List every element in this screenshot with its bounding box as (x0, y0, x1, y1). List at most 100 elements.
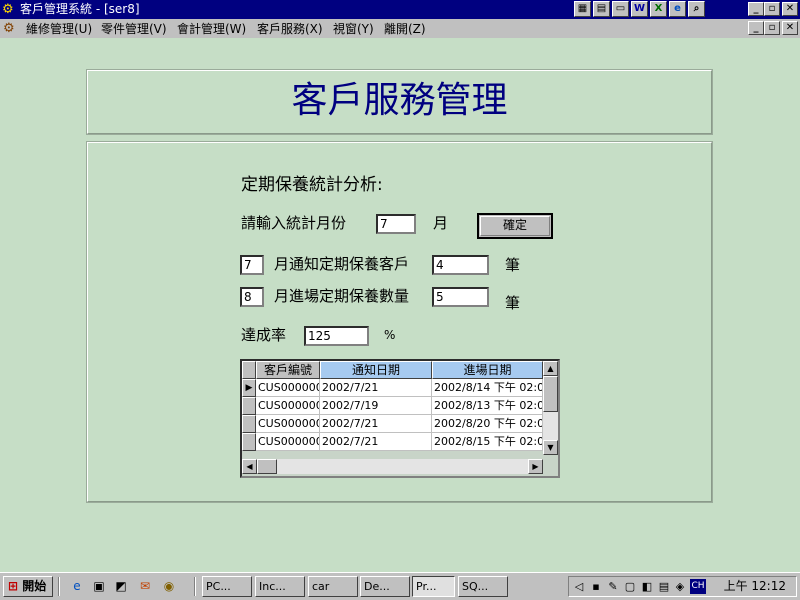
column-header-notify-date[interactable]: 通知日期 (320, 361, 432, 379)
desktop-icon[interactable]: ▣ (90, 578, 108, 595)
row-selector[interactable] (242, 415, 256, 433)
month-input[interactable] (376, 214, 416, 234)
word-icon[interactable]: W (631, 1, 648, 17)
window-title: 客戶管理系統 - [ser8] (20, 2, 140, 16)
taskbar-separator (58, 577, 60, 596)
outlook-icon[interactable]: ✉ (136, 578, 154, 595)
folder-icon[interactable]: ▭ (612, 1, 629, 17)
start-label: 開始 (22, 579, 47, 593)
menu-customer-service[interactable]: 客戶服務(X) (257, 22, 323, 36)
scroll-left-icon[interactable]: ◀ (242, 459, 257, 474)
menu-accounting[interactable]: 會計管理(W) (177, 22, 246, 36)
task-button-inc[interactable]: Inc... (255, 576, 305, 597)
maintenance-grid[interactable]: 客戶編號 通知日期 進場日期 ▶ CUS00000030 2002/7/21 2… (240, 359, 560, 478)
volume-icon[interactable]: ◁ (572, 579, 586, 594)
month-prompt-label: 請輸入統計月份 (241, 214, 347, 232)
windows-logo-icon: ⊞ (8, 579, 19, 593)
title-bar: ⚙ 客戶管理系統 - [ser8] ▦ ▤ ▭ W X e ⌕ _ ▫ ✕ (0, 0, 800, 19)
tractor-icon[interactable]: ⚙ (3, 21, 15, 36)
enter-count-field[interactable] (432, 287, 489, 307)
close-button[interactable]: ✕ (782, 2, 798, 16)
table-row[interactable]: CUS00000060 2002/7/21 2002/8/20 下午 02:00 (242, 415, 558, 433)
horizontal-scroll-thumb[interactable] (257, 459, 277, 474)
menu-window[interactable]: 視窗(Y) (333, 22, 374, 36)
media-icon[interactable]: ◉ (160, 578, 178, 595)
horizontal-scrollbar[interactable]: ◀ ▶ (242, 459, 543, 474)
start-button[interactable]: ⊞ 開始 (3, 576, 53, 597)
title-toolbar: ▦ ▤ ▭ W X e ⌕ (574, 1, 705, 18)
scroll-down-icon[interactable]: ▼ (543, 440, 558, 455)
enter-month-field[interactable] (240, 287, 264, 307)
cell-customer-id[interactable]: CUS00000060 (256, 433, 320, 451)
clock[interactable]: 上午 12:12 (724, 579, 786, 594)
notify-month-field[interactable] (240, 255, 264, 275)
row-selector[interactable] (242, 433, 256, 451)
find-icon[interactable]: ⌕ (688, 1, 705, 17)
channel-icon[interactable]: ◩ (112, 578, 130, 595)
mdi-close-button[interactable]: ✕ (782, 21, 798, 35)
cell-enter-date[interactable]: 2002/8/20 下午 02:00 (432, 415, 543, 433)
app1-icon[interactable]: ▦ (574, 1, 591, 17)
mdi-minimize-button[interactable]: _ (748, 21, 764, 35)
language-indicator[interactable]: CH (690, 579, 706, 594)
sync-icon[interactable]: ◈ (673, 579, 687, 594)
rate-label: 達成率 (241, 326, 287, 344)
notify-unit-label: 筆 (505, 256, 521, 274)
cell-enter-date[interactable]: 2002/8/13 下午 02:00 (432, 397, 543, 415)
header-panel: 客戶服務管理 (86, 69, 713, 135)
minimize-button[interactable]: _ (748, 2, 764, 16)
scroll-right-icon[interactable]: ▶ (528, 459, 543, 474)
table-row[interactable]: CUS00000040 2002/7/19 2002/8/13 下午 02:00 (242, 397, 558, 415)
month-unit-label: 月 (433, 214, 449, 232)
disk-icon[interactable]: ◧ (640, 579, 654, 594)
task-button-sq[interactable]: SQ... (458, 576, 508, 597)
ie-icon[interactable]: e (669, 1, 686, 17)
cell-enter-date[interactable]: 2002/8/14 下午 02:00 (432, 379, 543, 397)
column-header-customer-id[interactable]: 客戶編號 (256, 361, 320, 379)
menu-exit[interactable]: 離開(Z) (384, 22, 426, 36)
task-button-de[interactable]: De... (360, 576, 410, 597)
row-selector[interactable] (242, 397, 256, 415)
menu-maintenance[interactable]: 維修管理(U) (26, 22, 92, 36)
column-header-enter-date[interactable]: 進場日期 (432, 361, 543, 379)
cell-notify-date[interactable]: 2002/7/21 (320, 433, 432, 451)
scroll-up-icon[interactable]: ▲ (543, 361, 558, 376)
tractor-icon: ⚙ (2, 2, 14, 17)
menu-bar: ⚙ 維修管理(U) 零件管理(V) 會計管理(W) 客戶服務(X) 視窗(Y) … (0, 19, 800, 38)
rate-unit-label: % (384, 328, 396, 342)
excel-icon[interactable]: X (650, 1, 667, 17)
ie-icon[interactable]: e (68, 578, 86, 595)
task-button-pc[interactable]: PC... (202, 576, 252, 597)
cell-notify-date[interactable]: 2002/7/21 (320, 379, 432, 397)
menu-parts[interactable]: 零件管理(V) (101, 22, 167, 36)
pen-icon[interactable]: ✎ (606, 579, 620, 594)
task-button-pr[interactable]: Pr... (412, 576, 455, 597)
monitor-icon[interactable]: ▢ (623, 579, 637, 594)
section-subtitle: 定期保養統計分析: (241, 175, 383, 195)
row-selector[interactable]: ▶ (242, 379, 256, 397)
page-title: 客戶服務管理 (291, 80, 508, 121)
cell-notify-date[interactable]: 2002/7/21 (320, 415, 432, 433)
cell-enter-date[interactable]: 2002/8/15 下午 02:00 (432, 433, 543, 451)
confirm-button[interactable]: 確定 (477, 213, 553, 239)
table-row[interactable]: CUS00000060 2002/7/21 2002/8/15 下午 02:00 (242, 433, 558, 451)
task-button-car[interactable]: car (308, 576, 358, 597)
cell-notify-date[interactable]: 2002/7/19 (320, 397, 432, 415)
vertical-scroll-thumb[interactable] (543, 376, 558, 412)
mdi-restore-button[interactable]: ▫ (764, 21, 780, 35)
notify-label: 月通知定期保養客戶 (274, 255, 410, 273)
rate-field[interactable] (304, 326, 369, 346)
table-row[interactable]: ▶ CUS00000030 2002/7/21 2002/8/14 下午 02:… (242, 379, 558, 397)
app2-icon[interactable]: ▤ (593, 1, 610, 17)
notify-count-field[interactable] (432, 255, 489, 275)
printer-icon[interactable]: ▤ (657, 579, 671, 594)
restore-button[interactable]: ▫ (764, 2, 780, 16)
cell-customer-id[interactable]: CUS00000030 (256, 379, 320, 397)
taskbar-separator (194, 577, 196, 596)
system-tray: ◁ ▪ ✎ ▢ ◧ ▤ ◈ CH 上午 12:12 (568, 576, 797, 597)
vertical-scrollbar[interactable]: ▲ ▼ (543, 361, 558, 455)
grid-header: 客戶編號 通知日期 進場日期 (242, 361, 558, 379)
cell-customer-id[interactable]: CUS00000060 (256, 415, 320, 433)
cell-customer-id[interactable]: CUS00000040 (256, 397, 320, 415)
network-icon[interactable]: ▪ (589, 579, 603, 594)
